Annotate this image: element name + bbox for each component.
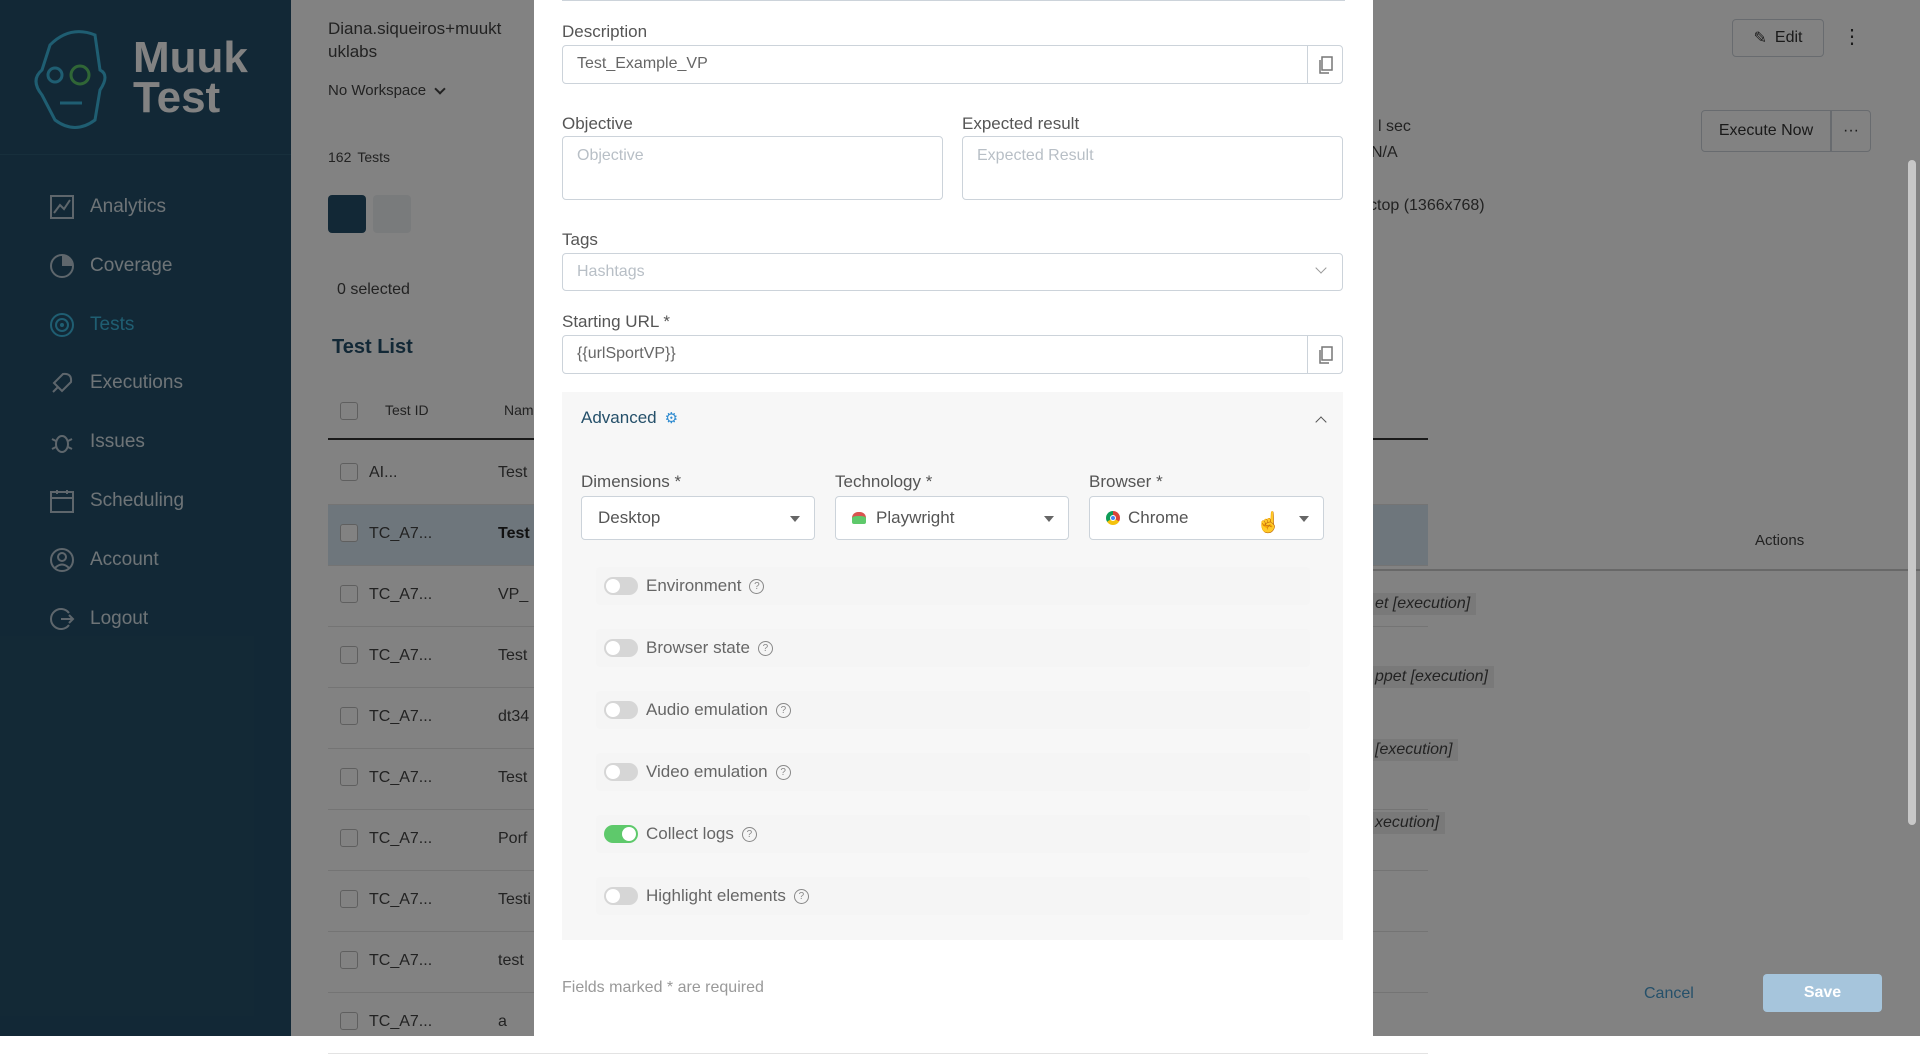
toggle-knob bbox=[606, 703, 620, 717]
starting-url-input[interactable]: {{urlSportVP}} bbox=[562, 335, 1343, 374]
toggle-knob bbox=[606, 889, 620, 903]
technology-value: Playwright bbox=[876, 508, 955, 527]
toggle-knob bbox=[606, 641, 620, 655]
toggle-row-highlight-elements: Highlight elements? bbox=[596, 877, 1310, 915]
help-icon[interactable]: ? bbox=[775, 702, 791, 718]
starting-url-label: Starting URL * bbox=[562, 312, 671, 331]
cancel-button[interactable]: Cancel bbox=[1644, 985, 1694, 1003]
toggle-label: Highlight elements bbox=[646, 886, 786, 905]
tags-select[interactable]: Hashtags bbox=[562, 253, 1343, 291]
toggle-label: Environment bbox=[646, 576, 742, 595]
help-icon[interactable]: ? bbox=[757, 640, 773, 656]
expected-result-textarea[interactable]: Expected Result bbox=[962, 136, 1343, 200]
dimensions-label: Dimensions * bbox=[581, 472, 682, 491]
toggle-knob bbox=[606, 765, 620, 779]
description-input[interactable]: Test_Example_VP bbox=[562, 45, 1343, 84]
description-label: Description bbox=[562, 22, 648, 41]
edit-test-modal: Description Test_Example_VP Objective Ob… bbox=[534, 0, 1882, 1036]
browser-value: Chrome bbox=[1128, 508, 1189, 527]
help-icon[interactable]: ? bbox=[793, 888, 809, 904]
browser-label: Browser * bbox=[1089, 472, 1163, 491]
save-button[interactable]: Save bbox=[1763, 974, 1882, 1012]
toggle-switch[interactable] bbox=[604, 577, 638, 595]
toggle-switch[interactable] bbox=[604, 701, 638, 719]
scrollbar[interactable] bbox=[1908, 160, 1916, 825]
technology-select[interactable]: Playwright bbox=[835, 496, 1069, 540]
advanced-toggle[interactable]: Advanced ⚙ bbox=[581, 408, 678, 428]
gear-icon: ⚙ bbox=[664, 410, 679, 427]
objective-textarea[interactable]: Objective bbox=[562, 136, 943, 200]
browser-select[interactable]: Chrome bbox=[1089, 496, 1324, 540]
toggle-row-audio-emulation: Audio emulation? bbox=[596, 691, 1310, 729]
toggle-row-browser-state: Browser state? bbox=[596, 629, 1310, 667]
toggle-label: Audio emulation bbox=[646, 700, 768, 719]
objective-placeholder: Objective bbox=[577, 147, 644, 164]
copy-icon[interactable] bbox=[1307, 336, 1343, 373]
toggle-switch[interactable] bbox=[604, 825, 638, 843]
toggle-row-video-emulation: Video emulation? bbox=[596, 753, 1310, 791]
expected-result-label: Expected result bbox=[962, 114, 1080, 133]
divider bbox=[562, 0, 1345, 1]
toggle-switch[interactable] bbox=[604, 887, 638, 905]
required-note: Fields marked * are required bbox=[562, 979, 764, 996]
tags-label: Tags bbox=[562, 230, 598, 249]
toggle-label: Browser state bbox=[646, 638, 750, 657]
toggle-row-environment: Environment? bbox=[596, 567, 1310, 605]
toggle-label: Collect logs bbox=[646, 824, 734, 843]
caret-down-icon bbox=[1299, 516, 1309, 522]
copy-icon[interactable] bbox=[1307, 46, 1343, 83]
toggle-row-collect-logs: Collect logs? bbox=[596, 815, 1310, 853]
toggle-knob bbox=[622, 827, 636, 841]
help-icon[interactable]: ? bbox=[741, 826, 757, 842]
toggle-label: Video emulation bbox=[646, 762, 768, 781]
caret-down-icon bbox=[790, 516, 800, 522]
chrome-icon bbox=[1106, 511, 1120, 525]
advanced-label: Advanced bbox=[581, 408, 657, 427]
objective-label: Objective bbox=[562, 114, 633, 133]
help-icon[interactable]: ? bbox=[749, 578, 765, 594]
toggle-switch[interactable] bbox=[604, 639, 638, 657]
expected-result-placeholder: Expected Result bbox=[977, 147, 1094, 164]
hand-cursor-icon: ☝ bbox=[1256, 512, 1281, 534]
dimensions-value: Desktop bbox=[598, 508, 661, 527]
caret-down-icon bbox=[1044, 516, 1054, 522]
toggle-switch[interactable] bbox=[604, 763, 638, 781]
dimensions-select[interactable]: Desktop bbox=[581, 496, 815, 540]
help-icon[interactable]: ? bbox=[775, 764, 791, 780]
toggle-knob bbox=[606, 579, 620, 593]
tags-placeholder: Hashtags bbox=[577, 263, 645, 280]
playwright-icon bbox=[852, 512, 866, 524]
technology-label: Technology * bbox=[835, 472, 933, 491]
